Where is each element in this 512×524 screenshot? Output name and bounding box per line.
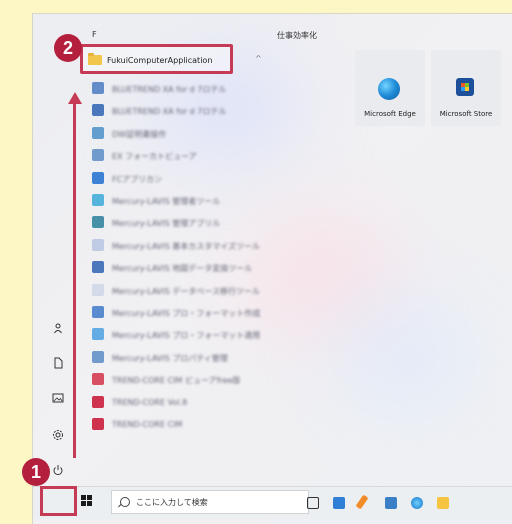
app-list-item[interactable]: BLUETREND XA for d 7ロテル <box>87 82 277 96</box>
app-icon <box>92 418 104 430</box>
app-list-label: Mercury-LAVIS 管理アプリル <box>112 219 221 229</box>
file-explorer-icon[interactable] <box>437 497 449 509</box>
app-list-item[interactable]: BLUETREND XA for d 7ロテル <box>87 104 277 118</box>
app-icon <box>92 283 104 296</box>
app-list-label: Mercury-LAVIS プロ・フォーマット作成 <box>112 309 261 318</box>
app-icon <box>92 126 104 139</box>
app-list-item[interactable]: Mercury-LAVIS プロパティ管理 <box>87 350 277 365</box>
app-list-item[interactable]: Mercury-LAVIS プロ・フォーマット作成 <box>87 306 277 320</box>
app-list-item[interactable]: Mercury-LAVIS 管理者ツール <box>87 194 277 208</box>
app-list-item[interactable]: TREND-CORE CIM ビューアfree版 <box>87 373 277 387</box>
app-icon <box>92 104 104 117</box>
app-list-item[interactable]: TREND-CORE Vol.8 <box>87 395 277 410</box>
app-list-item[interactable]: Mercury-LAVIS 管理アプリル <box>87 216 277 230</box>
app-icon <box>92 306 104 318</box>
scroll-arrow-head <box>68 92 82 104</box>
app-list-label: Mercury-LAVIS プロ・フォーマット適用 <box>112 331 261 341</box>
folder-icon <box>88 53 102 65</box>
pictures-icon[interactable] <box>52 392 64 404</box>
app-list-label: TREND-CORE CIM <box>112 420 183 429</box>
app-icon <box>92 171 104 184</box>
start-button-highlight <box>40 486 77 516</box>
app-list-label: EX フォーカトビューア <box>112 152 197 162</box>
tile-microsoft-store[interactable]: Microsoft Store <box>431 50 501 126</box>
tile-label: Microsoft Edge <box>364 110 416 118</box>
taskbar: ここに入力して検索 <box>33 486 512 519</box>
tile-microsoft-edge[interactable]: Microsoft Edge <box>355 50 425 126</box>
app-icon-2[interactable] <box>355 494 369 510</box>
app-icon <box>92 261 104 274</box>
scroll-arrow-line <box>73 102 76 458</box>
app-icon <box>92 216 104 229</box>
chevron-up-icon[interactable]: ^ <box>255 54 262 63</box>
app-icon <box>92 238 104 251</box>
app-icon <box>92 194 104 206</box>
search-placeholder[interactable]: ここに入力して検索 <box>136 497 208 508</box>
edge-icon <box>378 78 400 100</box>
settings-icon[interactable] <box>52 429 64 441</box>
start-icon[interactable] <box>81 495 93 507</box>
app-icon <box>92 350 104 363</box>
folder-label[interactable]: FukuiComputerApplication <box>107 56 212 65</box>
app-list-label: Mercury-LAVIS 基本カスタマイズツール <box>112 241 260 251</box>
app-list-item[interactable]: Mercury-LAVIS 基本カスタマイズツール <box>87 238 277 253</box>
app-list-letter-header[interactable]: F <box>92 30 97 39</box>
app-list-label: TREND-CORE CIM ビューアfree版 <box>112 376 241 386</box>
app-list-label: Mercury-LAVIS データベース移行ツール <box>112 286 260 296</box>
app-list-item[interactable]: Mercury-LAVIS データベース移行ツール <box>87 283 277 298</box>
app-list-item[interactable]: DW証明書操作 <box>87 126 277 141</box>
app-icon <box>92 328 104 341</box>
document-icon[interactable] <box>52 357 64 369</box>
power-icon[interactable] <box>52 464 64 476</box>
app-list-label: BLUETREND XA for d 7ロテル <box>112 107 227 117</box>
app-icon-1[interactable] <box>333 497 345 509</box>
background-blur <box>333 294 473 414</box>
app-list-label: BLUETREND XA for d 7ロテル <box>112 85 227 94</box>
step-badge-1: 1 <box>22 458 50 486</box>
taskbar-search-box[interactable]: ここに入力して検索 <box>111 490 309 514</box>
edge-icon[interactable] <box>411 497 423 509</box>
store-icon <box>456 78 474 96</box>
app-list-label: Mercury-LAVIS プロパティ管理 <box>112 353 228 363</box>
tile-label: Microsoft Store <box>439 110 493 118</box>
step-badge-2: 2 <box>54 34 82 62</box>
app-list-label: Mercury-LAVIS 管理者ツール <box>112 197 221 206</box>
app-icon <box>92 82 104 94</box>
app-list-item[interactable]: EX フォーカトビューア <box>87 149 277 163</box>
app-list-label: TREND-CORE Vol.8 <box>112 397 188 407</box>
user-icon[interactable] <box>52 322 64 334</box>
app-list-item[interactable]: TREND-CORE CIM <box>87 418 277 432</box>
app-list-item[interactable]: Mercury-LAVIS プロ・フォーマット適用 <box>87 328 277 342</box>
task-view-icon[interactable] <box>307 497 319 509</box>
app-list-label: DW証明書操作 <box>112 129 167 139</box>
app-list-item[interactable]: FCアプリカン <box>87 171 277 186</box>
start-left-rail <box>33 14 78 486</box>
app-list-label: FCアプリカン <box>112 174 163 184</box>
app-icon <box>92 373 104 386</box>
app-list-label: Mercury-LAVIS 地図データ変換ツール <box>112 264 253 274</box>
app-icon-3[interactable] <box>385 497 397 509</box>
app-list-item[interactable]: Mercury-LAVIS 地図データ変換ツール <box>87 261 277 275</box>
app-icon <box>92 149 104 162</box>
search-icon <box>120 497 130 507</box>
app-icon <box>92 395 104 408</box>
pinned-section-title: 仕事効率化 <box>277 31 317 40</box>
